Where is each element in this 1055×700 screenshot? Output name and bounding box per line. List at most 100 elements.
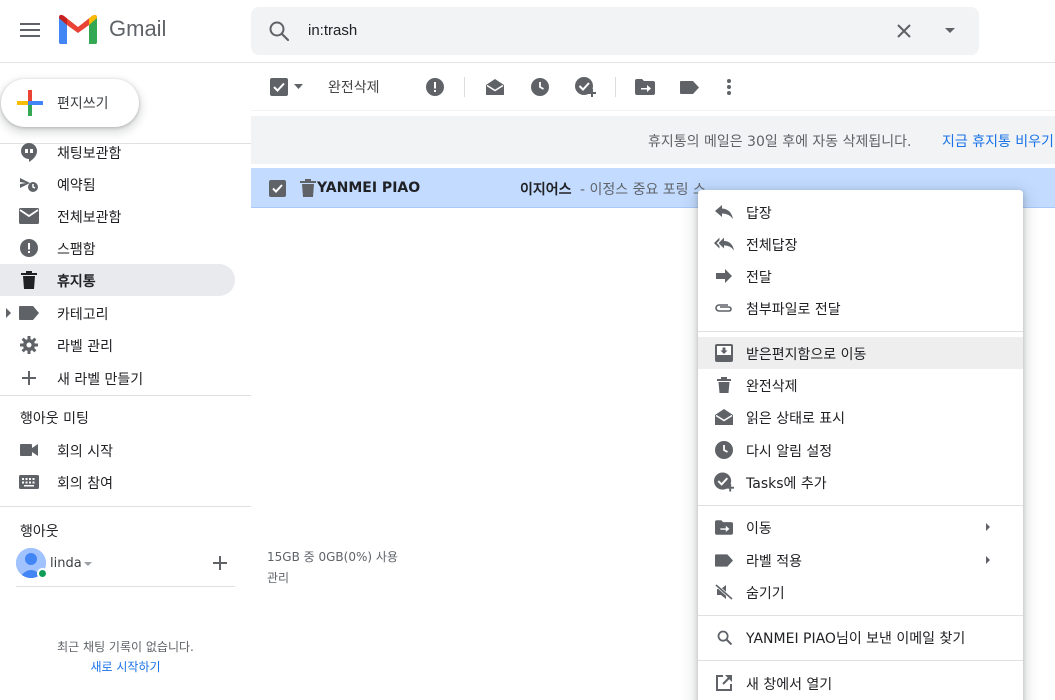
menu-divider: [698, 615, 1023, 616]
search-bar: in:trash: [251, 7, 979, 55]
search-options-button[interactable]: [938, 19, 962, 43]
user-name[interactable]: linda: [50, 556, 82, 571]
open-new-window-icon: [714, 674, 734, 692]
add-task-icon: [714, 472, 734, 492]
sidebar-item-join-meeting[interactable]: 회의 참여: [0, 466, 235, 498]
no-chat-message: 최근 채팅 기록이 없습니다.: [57, 640, 194, 654]
menu-item-reply-all[interactable]: 전체답장: [698, 228, 1023, 260]
menu-item-reply[interactable]: 답장: [698, 196, 1023, 228]
gmail-logo[interactable]: Gmail: [59, 14, 166, 44]
gmail-m-icon: [59, 14, 97, 44]
sidebar-item-start-meeting[interactable]: 회의 시작: [0, 434, 235, 466]
sidebar-item-spam[interactable]: 스팸함: [0, 232, 235, 264]
sidebar-item-new-label[interactable]: 새 라벨 만들기: [0, 362, 235, 394]
menu-item-find-emails[interactable]: YANMEI PIAO님이 보낸 이메일 찾기: [698, 621, 1023, 653]
report-spam-button[interactable]: [425, 75, 445, 99]
mark-read-icon: [714, 408, 734, 426]
hangouts-section-title: 행아웃: [20, 524, 59, 540]
delete-forever-button[interactable]: 완전삭제: [328, 75, 380, 99]
online-status-dot: [37, 568, 48, 579]
sidebar-item-chats[interactable]: 채팅보관함: [0, 136, 235, 168]
sidebar-item-manage-labels[interactable]: 라벨 관리: [0, 329, 235, 361]
menu-item-mark-read[interactable]: 읽은 상태로 표시: [698, 401, 1023, 433]
empty-trash-link[interactable]: 지금 휴지통 비우기: [942, 131, 1054, 151]
menu-item-delete-forever[interactable]: 완전삭제: [698, 369, 1023, 401]
move-to-icon: [635, 79, 655, 95]
snooze-icon: [714, 441, 734, 459]
more-options-button[interactable]: [720, 75, 738, 99]
move-to-button[interactable]: [635, 75, 655, 99]
menu-item-forward-attachment[interactable]: 첨부파일로 전달: [698, 292, 1023, 324]
mail-snippet: - 이정스 중요 포링 스: [580, 182, 706, 198]
menu-item-open-new-window[interactable]: 새 창에서 열기: [698, 667, 1023, 699]
checkbox-checked-icon: [272, 184, 283, 193]
menu-item-forward[interactable]: 전달: [698, 260, 1023, 292]
trash-notice-text: 휴지통의 메일은 30일 후에 자동 삭제됩니다.: [648, 134, 912, 150]
menu-item-move-to-inbox[interactable]: 받은편지함으로 이동: [698, 337, 1023, 369]
mail-sender: YANMEI PIAO: [317, 180, 421, 196]
mail-icon: [19, 206, 39, 226]
caret-down-icon: [293, 84, 303, 89]
sidebar-item-all-mail[interactable]: 전체보관함: [0, 200, 235, 232]
manage-storage-link[interactable]: 관리: [267, 569, 289, 586]
forward-icon: [714, 267, 734, 285]
top-header: Gmail in:trash: [0, 0, 1055, 63]
video-icon: [19, 440, 39, 460]
context-menu: 답장 전체답장 전달 첨부파일로 전달 받은편지함으로 이동 완전삭제 읽은 상…: [698, 190, 1023, 700]
clear-search-button[interactable]: [892, 19, 916, 43]
submenu-arrow-icon: [986, 556, 990, 564]
search-input[interactable]: in:trash: [308, 19, 868, 43]
sidebar-item-trash[interactable]: 휴지통: [0, 264, 235, 296]
menu-divider: [698, 660, 1023, 661]
trash-icon: [714, 376, 734, 394]
hangouts-user[interactable]: linda: [16, 548, 236, 579]
menu-item-snooze[interactable]: 다시 알림 설정: [698, 434, 1023, 466]
reply-icon: [714, 203, 734, 221]
plus-icon: [19, 368, 39, 388]
trash-notice-banner: 휴지통의 메일은 30일 후에 자동 삭제됩니다. 지금 휴지통 비우기: [251, 116, 1055, 164]
attachment-icon: [714, 299, 734, 317]
user-divider: [16, 586, 235, 587]
checkbox-checked-icon: [269, 78, 288, 96]
mail-subject: 이지어스: [520, 182, 572, 198]
sidebar-item-scheduled[interactable]: 예약됨: [0, 168, 235, 200]
menu-divider: [698, 505, 1023, 506]
mark-as-read-button[interactable]: [485, 75, 505, 99]
search-icon[interactable]: [267, 19, 291, 43]
new-conversation-button[interactable]: [209, 552, 231, 574]
toolbar-divider: [464, 77, 465, 97]
sidebar-divider: [0, 395, 251, 396]
meet-section-title: 행아웃 미팅: [20, 411, 89, 427]
search-icon: [714, 628, 734, 646]
main-menu-button[interactable]: [12, 12, 48, 48]
spam-icon: [426, 78, 444, 96]
mark-read-icon: [486, 79, 504, 95]
gear-icon: [19, 335, 39, 355]
labels-button[interactable]: [679, 75, 699, 99]
trash-icon: [19, 270, 39, 290]
storage-usage: 15GB 중 0GB(0%) 사용: [267, 550, 398, 564]
select-all-checkbox[interactable]: [268, 75, 304, 99]
start-new-chat-link[interactable]: 새로 시작하기: [0, 658, 251, 675]
compose-button[interactable]: 편지쓰기: [1, 79, 139, 127]
expand-arrow-icon[interactable]: [6, 308, 11, 318]
menu-item-add-to-tasks[interactable]: Tasks에 추가: [698, 466, 1023, 498]
snooze-button[interactable]: [530, 75, 550, 99]
sidebar-item-categories[interactable]: 카테고리: [0, 297, 235, 329]
menu-item-apply-label[interactable]: 라벨 적용: [698, 544, 1023, 576]
sidebar: 편지쓰기 채팅보관함 예약됨 전체보관함 스팸함 휴지통 카테고리 라벨 관리 …: [0, 63, 251, 700]
menu-item-move-to[interactable]: 이동: [698, 511, 1023, 543]
row-checkbox[interactable]: [269, 180, 286, 197]
user-caret-icon[interactable]: [84, 562, 92, 566]
reply-all-icon: [714, 235, 734, 253]
caret-down-icon: [945, 28, 955, 33]
scheduled-icon: [19, 174, 39, 194]
app-name: Gmail: [109, 16, 167, 41]
compose-label: 편지쓰기: [57, 95, 109, 111]
more-vertical-icon: [727, 79, 731, 95]
menu-item-mute[interactable]: 숨기기: [698, 576, 1023, 608]
label-icon: [679, 80, 699, 94]
trash-icon: [300, 179, 316, 197]
add-to-tasks-button[interactable]: [574, 75, 596, 99]
hamburger-menu-icon: [20, 23, 40, 37]
